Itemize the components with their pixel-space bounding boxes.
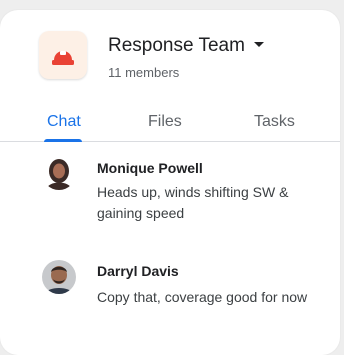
tab-chat[interactable]: Chat <box>47 113 81 131</box>
message-text: Copy that, coverage good for now <box>97 289 308 305</box>
tab-tasks[interactable]: Tasks <box>254 113 295 131</box>
avatar[interactable] <box>42 260 76 294</box>
tab-bar: Chat Files Tasks <box>0 105 340 142</box>
chat-card: Response Team 11 members Chat Files Task… <box>0 10 340 355</box>
message-text: Heads up, winds shifting SW & gaining sp… <box>97 184 289 221</box>
group-avatar[interactable] <box>39 31 87 79</box>
tab-files[interactable]: Files <box>148 113 182 131</box>
group-name[interactable]: Response Team <box>108 35 245 57</box>
avatar[interactable] <box>42 156 76 190</box>
active-tab-indicator <box>44 139 82 142</box>
emergency-light-icon <box>52 51 74 65</box>
message-sender: Monique Powell <box>97 160 203 176</box>
group-header: Response Team 11 members <box>0 10 340 90</box>
member-count: 11 members <box>108 65 180 80</box>
message-sender: Darryl Davis <box>97 263 179 279</box>
chevron-down-icon[interactable] <box>254 42 264 47</box>
